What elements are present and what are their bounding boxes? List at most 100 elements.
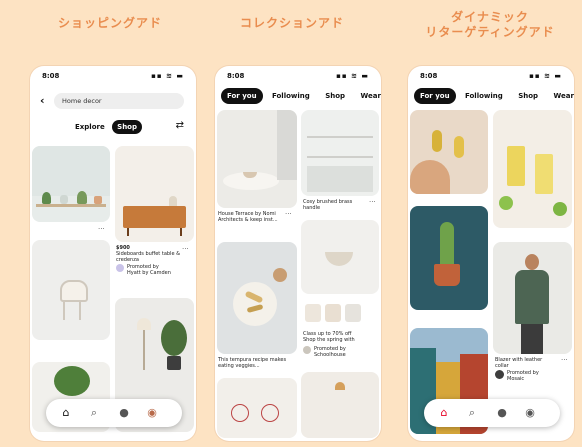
tab-following[interactable]: Following xyxy=(459,88,509,104)
more-options-icon[interactable]: ··· xyxy=(561,357,568,364)
status-time: 8:08 xyxy=(420,72,438,80)
curtain-image xyxy=(277,110,297,180)
bicycle-wheel-image xyxy=(231,404,249,422)
pin-bicycle-wall[interactable] xyxy=(217,378,297,438)
chair-leg-image xyxy=(79,302,81,320)
more-options-icon[interactable]: ··· xyxy=(369,199,376,206)
pin-house-terrace[interactable] xyxy=(217,110,297,208)
bicycle-wheel-image xyxy=(261,404,279,422)
explore-shop-tabs: Explore Shop xyxy=(70,120,143,134)
tab-explore[interactable]: Explore xyxy=(70,120,110,134)
home-icon[interactable]: ⌂ xyxy=(58,405,74,421)
search-input[interactable]: Home decor xyxy=(54,93,184,109)
status-signal-icons: ▪▪ ≋ ▬ xyxy=(529,72,562,80)
pin-product-strip[interactable] xyxy=(301,298,379,328)
feed-tabs: For you Following Shop Wear M xyxy=(221,88,381,106)
pin-ceramic-bowl[interactable] xyxy=(301,220,379,294)
pin-blazer-woman[interactable] xyxy=(493,242,572,354)
status-bar: 8:08 ▪▪ ≋ ▬ xyxy=(215,66,381,84)
pin-wooden-sideboard[interactable] xyxy=(115,146,194,242)
tab-shop[interactable]: Shop xyxy=(319,88,351,104)
bowl-image xyxy=(325,252,353,266)
tab-for-you[interactable]: For you xyxy=(414,88,456,104)
lime-image xyxy=(553,202,567,216)
wall-panel-image xyxy=(32,146,110,196)
advertiser-avatar xyxy=(495,370,504,379)
plant-image xyxy=(77,191,87,204)
pot-image xyxy=(167,356,181,370)
sideboard-leg-image xyxy=(180,228,182,236)
shelf-image xyxy=(307,156,373,158)
pin-earrings[interactable] xyxy=(410,110,488,194)
lime-image xyxy=(499,196,513,210)
feed-tabs: For you Following Shop Wear xyxy=(414,88,574,106)
sauce-bowl-image xyxy=(273,268,287,282)
advertiser-name: Schoolhouse xyxy=(314,352,346,358)
glass-image xyxy=(507,146,525,186)
product-thumb-image xyxy=(345,304,361,322)
more-options-icon[interactable]: ··· xyxy=(285,211,292,218)
tab-wear[interactable]: Wear xyxy=(548,88,574,104)
pin-caption: This tempura recipe makes eating veggies… xyxy=(218,357,287,369)
status-bar: 8:08 ▪▪ ≋ ▬ xyxy=(30,66,196,84)
more-options-icon[interactable]: ··· xyxy=(98,226,105,233)
product-thumb-image xyxy=(325,304,341,322)
hand-image xyxy=(410,160,450,194)
status-bar: 8:08 ▪▪ ≋ ▬ xyxy=(408,66,574,84)
phone-collection-ad: 8:08 ▪▪ ≋ ▬ For you Following Shop Wear … xyxy=(215,66,381,441)
advertiser-avatar xyxy=(116,264,124,272)
product-name: Sideboards buffet table & credenza xyxy=(116,251,181,263)
advertiser-name: Mosaic xyxy=(507,376,525,382)
tab-shop[interactable]: Shop xyxy=(512,88,544,104)
chair-leg-image xyxy=(63,302,65,320)
tab-wear[interactable]: Wear xyxy=(355,88,381,104)
phone-shopping-ad: 8:08 ▪▪ ≋ ▬ ‹ Home decor Explore Shop ⇄ … xyxy=(30,66,196,441)
product-thumb-image xyxy=(305,304,321,322)
bottom-nav-bar: ⌂ ⌕ ● ◉ xyxy=(424,399,560,427)
pin-kitchen-shelves[interactable] xyxy=(301,110,379,196)
pin-caption: Cosy brushed brass handle xyxy=(303,199,353,211)
filter-icon[interactable]: ⇄ xyxy=(176,120,184,132)
sideboard-leg-image xyxy=(127,228,129,236)
pin-tempura-recipe[interactable] xyxy=(217,242,297,354)
tab-following[interactable]: Following xyxy=(266,88,316,104)
more-options-icon[interactable]: ··· xyxy=(182,246,189,253)
tab-shop[interactable]: Shop xyxy=(112,120,143,134)
tab-for-you[interactable]: For you xyxy=(221,88,263,104)
profile-icon[interactable]: ◉ xyxy=(522,405,538,421)
earring-image xyxy=(432,130,442,152)
home-icon[interactable]: ⌂ xyxy=(436,405,452,421)
status-signal-icons: ▪▪ ≋ ▬ xyxy=(151,72,184,80)
pin-white-chair[interactable] xyxy=(32,240,110,340)
status-time: 8:08 xyxy=(42,72,60,80)
floor-lamp-pole-image xyxy=(143,330,145,370)
sideboard-image xyxy=(123,206,186,228)
pin-cactus[interactable] xyxy=(410,206,488,310)
shopping-ad-title: ショッピングアド xyxy=(57,16,162,30)
search-icon[interactable]: ⌕ xyxy=(464,405,480,421)
collection-ad-title: コレクションアド xyxy=(239,16,344,30)
chat-icon[interactable]: ● xyxy=(116,405,132,421)
legs-image xyxy=(521,324,543,354)
plant-image xyxy=(42,192,51,204)
advertiser-avatar xyxy=(303,346,311,354)
profile-icon[interactable]: ◉ xyxy=(144,405,160,421)
pin-wall-lamp[interactable] xyxy=(301,372,379,438)
phone-dynamic-retargeting-ad: 8:08 ▪▪ ≋ ▬ For you Following Shop Wear … xyxy=(408,66,574,441)
pin-caption: Blazer with leather collar xyxy=(495,357,543,369)
shelf-image xyxy=(307,136,373,138)
search-icon[interactable]: ⌕ xyxy=(86,405,102,421)
pin-shelf-plants[interactable] xyxy=(32,146,110,222)
chat-icon[interactable]: ● xyxy=(494,405,510,421)
pin-lemonade-drinks[interactable] xyxy=(493,110,572,228)
lamp-image xyxy=(169,196,177,206)
lamp-image xyxy=(335,382,345,390)
chair-image xyxy=(60,280,88,302)
floor-lamp-image xyxy=(137,318,151,330)
pin-caption: Class up to 70% off Shop the spring with xyxy=(303,331,355,343)
advertiser-name: Hyatt by Camden xyxy=(127,270,171,276)
pot-image xyxy=(434,264,460,286)
person-head-image xyxy=(525,254,539,270)
bottom-nav-bar: ⌂ ⌕ ● ◉ xyxy=(46,399,182,427)
back-arrow-icon[interactable]: ‹ xyxy=(40,94,45,107)
